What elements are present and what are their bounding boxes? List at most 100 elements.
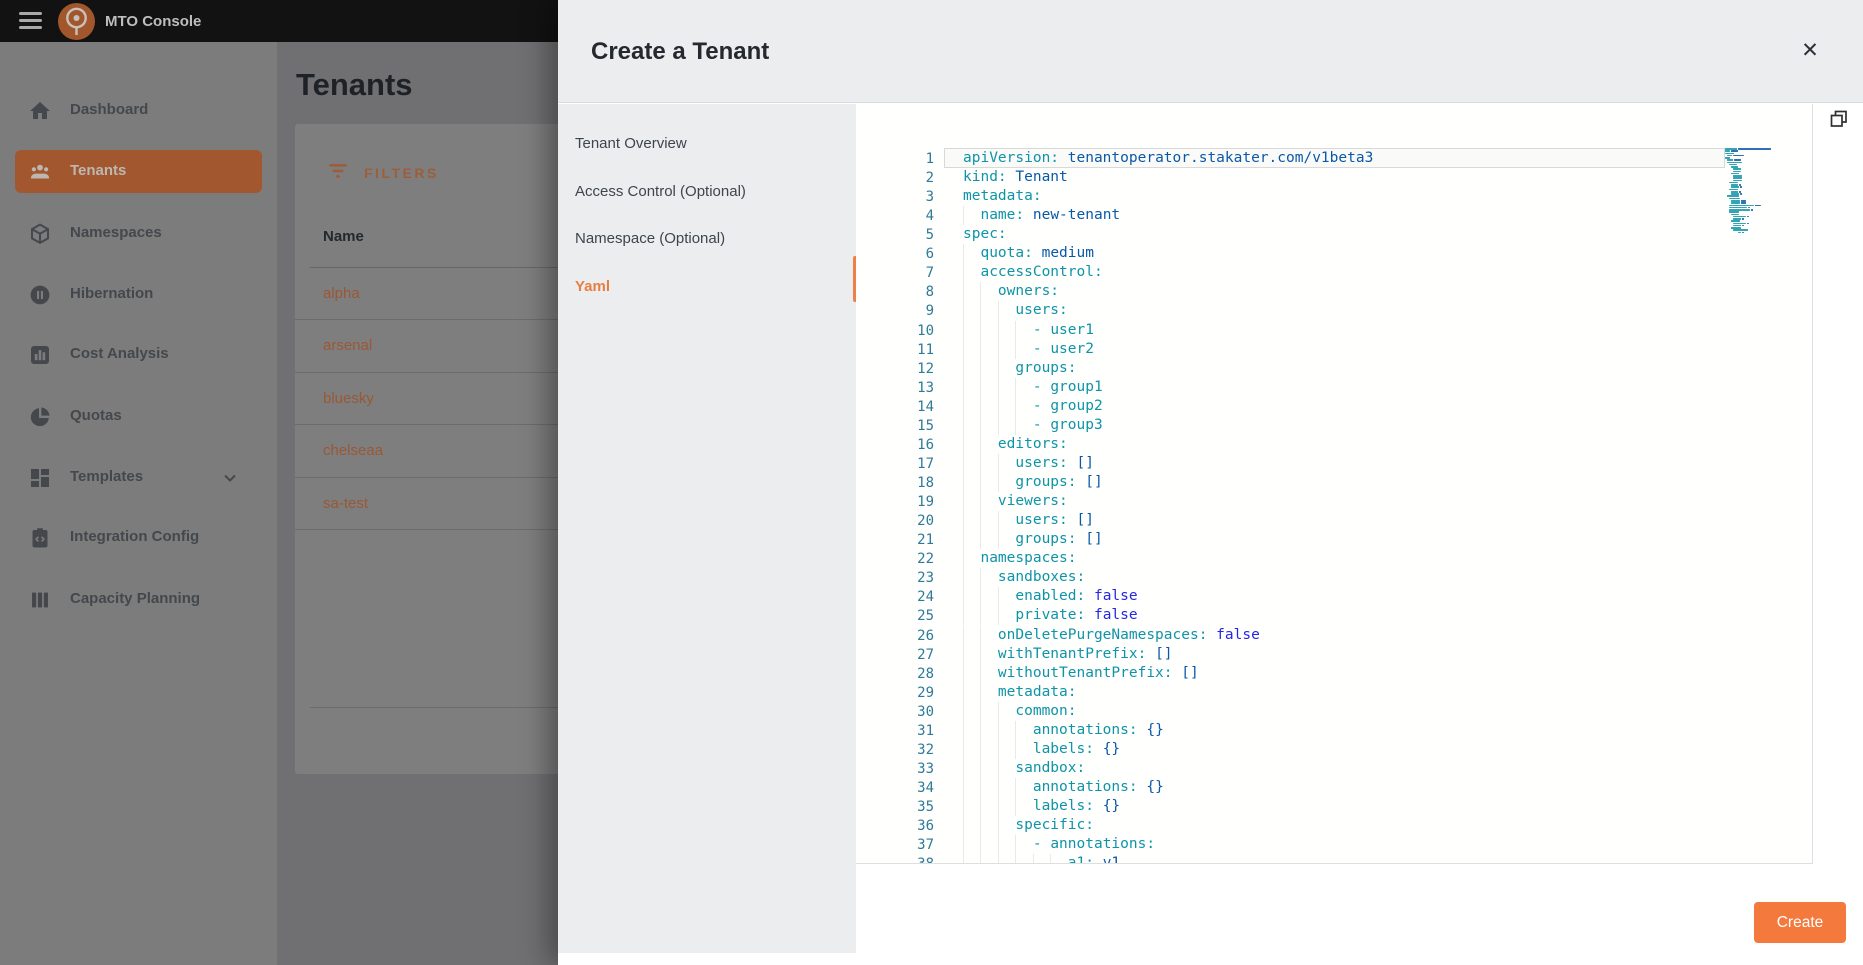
tenant-link[interactable]: sa-test [323,495,368,512]
line-number: 1 [856,150,934,168]
editor-line: 9 users: [856,301,1725,320]
filters-button[interactable]: FILTERS [328,160,439,186]
editor-line: 6 quota: medium [856,244,1725,263]
sidebar-item-hibernation[interactable]: Hibernation [0,273,277,317]
editor-line: 20 users: [] [856,511,1725,530]
line-number: 3 [856,188,934,206]
drawer-tab-label: Tenant Overview [575,135,687,152]
editor-line: 26 onDeletePurgeNamespaces: false [856,626,1725,645]
line-number: 36 [856,817,934,835]
line-number: 7 [856,264,934,282]
home-icon [28,99,52,123]
editor-line: 27 withTenantPrefix: [] [856,645,1725,664]
editor-line: 35 labels: {} [856,797,1725,816]
sidebar-item-label: Cost Analysis [70,345,169,362]
line-number: 12 [856,360,934,378]
editor-line: 31 annotations: {} [856,721,1725,740]
editor-line: 38 a1: v1 [856,854,1725,864]
drawer-title: Create a Tenant [591,38,769,66]
editor-line: 30 common: [856,702,1725,721]
sidebar-item-integration-config[interactable]: Integration Config [0,516,277,560]
line-number: 30 [856,703,934,721]
drawer-tab-access-control-optional[interactable]: Access Control (Optional) [558,169,856,216]
line-number: 4 [856,207,934,225]
line-number: 37 [856,836,934,854]
close-icon[interactable]: ✕ [1795,36,1825,66]
screen: MTO Console DashboardTenantsNamespacesHi… [0,0,1863,965]
line-number: 33 [856,760,934,778]
editor-line: 8 owners: [856,282,1725,301]
page-title: Tenants [296,67,413,103]
tenants-icon [28,160,52,184]
editor-line: 11 - user2 [856,340,1725,359]
drawer-tab-namespace-optional[interactable]: Namespace (Optional) [558,216,856,263]
yaml-editor[interactable]: 1apiVersion: tenantoperator.stakater.com… [856,104,1813,864]
editor-line: 13 - group1 [856,378,1725,397]
sidebar-item-cost-analysis[interactable]: Cost Analysis [0,333,277,377]
sidebar-item-label: Integration Config [70,528,199,545]
drawer-tab-label: Namespace (Optional) [575,230,725,247]
create-tenant-drawer: Create a Tenant ✕ Tenant Overview Access … [558,0,1863,965]
editor-minimap[interactable] [1725,148,1771,368]
editor-line: 21 groups: [] [856,530,1725,549]
line-number: 28 [856,665,934,683]
sidebar-item-quotas[interactable]: Quotas [0,395,277,439]
editor-line: 14 - group2 [856,397,1725,416]
line-number: 2 [856,169,934,187]
grid-icon [28,466,52,490]
editor-line: 10 - user1 [856,321,1725,340]
line-number: 38 [856,855,934,864]
sidebar-item-dashboard[interactable]: Dashboard [0,89,277,133]
line-number: 23 [856,569,934,587]
line-number: 26 [856,627,934,645]
create-button[interactable]: Create [1754,902,1846,943]
drawer-tab-tenant-overview[interactable]: Tenant Overview [558,121,856,168]
mto-logo-icon [58,3,95,40]
sidebar-item-tenants[interactable]: Tenants [15,150,262,193]
editor-line: 2kind: Tenant [856,168,1725,187]
sidebar-item-capacity-planning[interactable]: Capacity Planning [0,578,277,622]
hamburger-icon[interactable] [19,12,42,30]
copy-icon[interactable] [1828,109,1850,131]
tenant-link[interactable]: alpha [323,285,360,302]
editor-line: 34 annotations: {} [856,778,1725,797]
bar-chart-icon [28,343,52,367]
editor-line: 23 sandboxes: [856,568,1725,587]
editor-line: 33 sandbox: [856,759,1725,778]
editor-line: 28 withoutTenantPrefix: [] [856,664,1725,683]
editor-line: 29 metadata: [856,683,1725,702]
drawer-tab-yaml[interactable]: Yaml [558,264,856,311]
column-header-name: Name [323,228,364,245]
line-number: 29 [856,684,934,702]
line-number: 10 [856,322,934,340]
line-number: 20 [856,512,934,530]
line-number: 6 [856,245,934,263]
editor-line: 37 - annotations: [856,835,1725,854]
tenant-link[interactable]: arsenal [323,337,372,354]
editor-line: 18 groups: [] [856,473,1725,492]
clipboard-code-icon [28,526,52,550]
chevron-down-icon[interactable] [222,470,238,486]
line-number: 19 [856,493,934,511]
sidebar-item-label: Templates [70,468,143,485]
line-number: 22 [856,550,934,568]
line-number: 31 [856,722,934,740]
line-number: 15 [856,417,934,435]
filter-funnel-icon [328,162,348,185]
editor-line: 19 viewers: [856,492,1725,511]
line-number: 24 [856,588,934,606]
sidebar-item-templates[interactable]: Templates [0,456,277,500]
line-number: 27 [856,646,934,664]
editor-line: 4 name: new-tenant [856,206,1725,225]
sidebar-item-namespaces[interactable]: Namespaces [0,212,277,256]
cube-icon [28,222,52,246]
editor-line: 24 enabled: false [856,587,1725,606]
line-number: 11 [856,341,934,359]
tenant-link[interactable]: chelseaa [323,442,383,459]
editor-line: 15 - group3 [856,416,1725,435]
editor-line: 17 users: [] [856,454,1725,473]
line-number: 34 [856,779,934,797]
editor-line: 1apiVersion: tenantoperator.stakater.com… [856,149,1725,168]
tenant-link[interactable]: bluesky [323,390,374,407]
editor-line: 5spec: [856,225,1725,244]
